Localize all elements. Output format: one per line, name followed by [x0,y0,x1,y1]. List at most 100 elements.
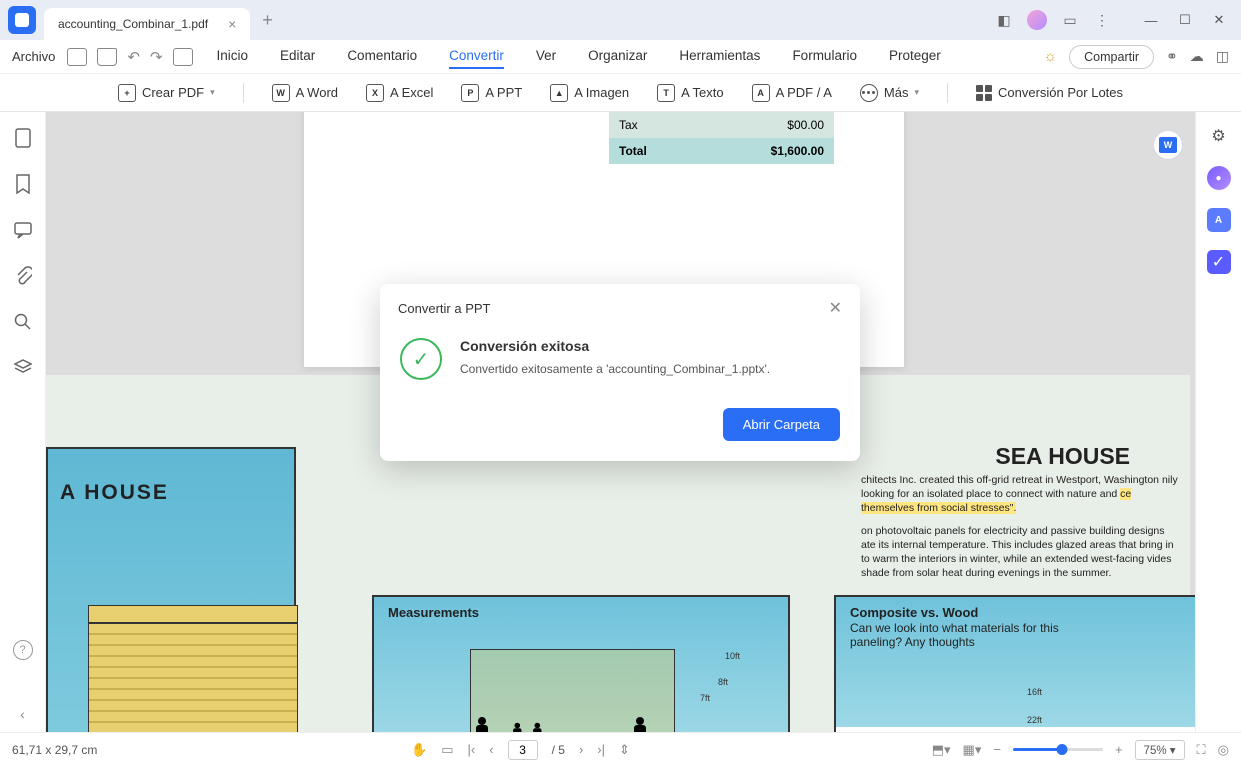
user-avatar[interactable] [1027,10,1047,30]
document-tab[interactable]: accounting_Combinar_1.pdf × [44,8,250,40]
left-sidebar: ? ‹ [0,112,46,732]
cloud-upload-icon[interactable]: ☁ [1190,48,1204,65]
panel-toggle-icon[interactable]: ◫ [1216,48,1229,65]
page-layout-icon[interactable]: ▦▾ [963,742,982,758]
menu-formulario[interactable]: Formulario [792,44,857,69]
open-folder-button[interactable]: Abrir Carpeta [723,408,840,441]
batch-convert-button[interactable]: Conversión Por Lotes [976,85,1123,101]
page-number-input[interactable] [508,740,538,760]
menu-convertir[interactable]: Convertir [449,44,504,69]
bookmarks-icon[interactable] [13,174,33,194]
to-word-button[interactable]: W A Word [272,84,338,102]
composite-title: Composite vs. Wood [850,605,978,620]
print-icon[interactable] [97,48,117,66]
share-tree-icon[interactable]: ⚭ [1166,48,1178,65]
create-pdf-button[interactable]: + Crear PDF ▾ [118,84,215,102]
fullscreen-icon[interactable]: ⛶ [1197,742,1206,758]
batch-label: Conversión Por Lotes [998,85,1123,100]
collapse-sidebar-icon[interactable]: ‹ [20,706,25,722]
more-label: Más [884,85,909,100]
more-icon [860,84,878,102]
prev-page-icon[interactable]: ‹ [489,742,493,757]
dialog-success-title: Conversión exitosa [460,338,770,354]
thumbnails-icon[interactable] [13,128,33,148]
select-tool-icon[interactable]: ▭ [441,742,453,758]
excel-icon: X [366,84,384,102]
measurements-panel: Measurements 10ft 8ft 7ft 30ft 8ft 6ft [372,595,790,732]
notification-icon[interactable]: ◧ [995,11,1013,29]
text-icon: T [657,84,675,102]
save-icon[interactable] [173,48,193,66]
search-icon[interactable] [13,312,33,332]
dialog-success-body: Convertido exitosamente a 'accounting_Co… [460,362,770,376]
menu-organizar[interactable]: Organizar [588,44,647,69]
composite-panel: Composite vs. Wood Can we look into what… [834,595,1195,732]
undo-icon[interactable]: ↶ [127,48,140,66]
fit-width-icon[interactable]: ⬒▾ [932,742,951,758]
tab-title: accounting_Combinar_1.pdf [58,17,208,31]
bulb-icon[interactable]: ☼ [1043,48,1057,65]
word-float-badge[interactable]: W [1153,130,1183,160]
menu-comentario[interactable]: Comentario [347,44,417,69]
to-text-button[interactable]: T A Texto [657,84,723,102]
menu-proteger[interactable]: Proteger [889,44,941,69]
last-page-icon[interactable]: ›| [597,742,605,757]
page-total: / 5 [552,743,565,757]
tax-value: $00.00 [698,112,834,138]
close-window-button[interactable]: ✕ [1205,6,1233,34]
add-tab-button[interactable]: + [262,10,273,31]
ai-assistant-icon[interactable]: ● [1207,166,1231,190]
next-page-icon[interactable]: › [579,742,583,757]
hand-tool-icon[interactable]: ✋ [411,742,427,758]
total-label: Total [609,138,698,164]
zoom-slider[interactable] [1013,748,1103,751]
convert-success-dialog: Convertir a PPT ✕ ✓ Conversión exitosa C… [380,284,860,461]
titlebar: accounting_Combinar_1.pdf × + ◧ ▭ ⋮ — ☐ … [0,0,1241,40]
translate-icon[interactable]: A [1207,208,1231,232]
layers-icon[interactable] [13,358,33,378]
create-pdf-label: Crear PDF [142,85,204,100]
to-ppt-button[interactable]: P A PPT [461,84,522,102]
statusbar: 61,71 x 29,7 cm ✋ ▭ |‹ ‹ / 5 › ›| ⇕ ⬒▾ ▦… [0,732,1241,766]
menu-editar[interactable]: Editar [280,44,315,69]
menu-herramientas[interactable]: Herramientas [679,44,760,69]
kebab-menu-icon[interactable]: ⋮ [1093,11,1111,29]
open-icon[interactable] [67,48,87,66]
to-image-button[interactable]: ▲ A Imagen [550,84,629,102]
to-excel-button[interactable]: X A Excel [366,84,433,102]
scroll-mode-icon[interactable]: ⇕ [619,742,630,758]
convert-toolbar: + Crear PDF ▾ W A Word X A Excel P A PPT… [0,74,1241,112]
pdfa-icon: A [752,84,770,102]
properties-icon[interactable]: ⚙ [1207,124,1231,148]
total-value: $1,600.00 [698,138,834,164]
read-mode-icon[interactable]: ◎ [1218,742,1229,758]
zoom-out-icon[interactable]: − [993,742,1001,757]
app-logo [8,6,36,34]
chevron-down-icon: ▾ [210,87,215,98]
word-icon: W [272,84,290,102]
redo-icon[interactable]: ↷ [150,48,163,66]
help-icon[interactable]: ? [13,640,33,660]
share-button[interactable]: Compartir [1069,45,1154,69]
menu-file[interactable]: Archivo [12,49,55,64]
to-pdfa-label: A PDF / A [776,85,832,100]
minimize-button[interactable]: — [1137,6,1165,34]
to-text-label: A Texto [681,85,723,100]
close-tab-icon[interactable]: × [228,16,236,32]
zoom-in-icon[interactable]: + [1115,742,1123,757]
more-button[interactable]: Más ▾ [860,84,919,102]
comments-icon[interactable] [13,220,33,240]
attachments-icon[interactable] [13,266,33,286]
menu-ver[interactable]: Ver [536,44,556,69]
to-pdfa-button[interactable]: A A PDF / A [752,84,832,102]
menu-inicio[interactable]: Inicio [217,44,249,69]
first-page-icon[interactable]: |‹ [468,742,476,757]
menubar: Archivo ↶ ↷ Inicio Editar Comentario Con… [0,40,1241,74]
close-dialog-icon[interactable]: ✕ [829,298,842,318]
to-image-label: A Imagen [574,85,629,100]
zoom-level[interactable]: 75% ▾ [1135,740,1185,760]
maximize-button[interactable]: ☐ [1171,6,1199,34]
message-icon[interactable]: ▭ [1061,11,1079,29]
tasks-icon[interactable]: ✓ [1207,250,1231,274]
house-title: A HOUSE [60,481,169,505]
